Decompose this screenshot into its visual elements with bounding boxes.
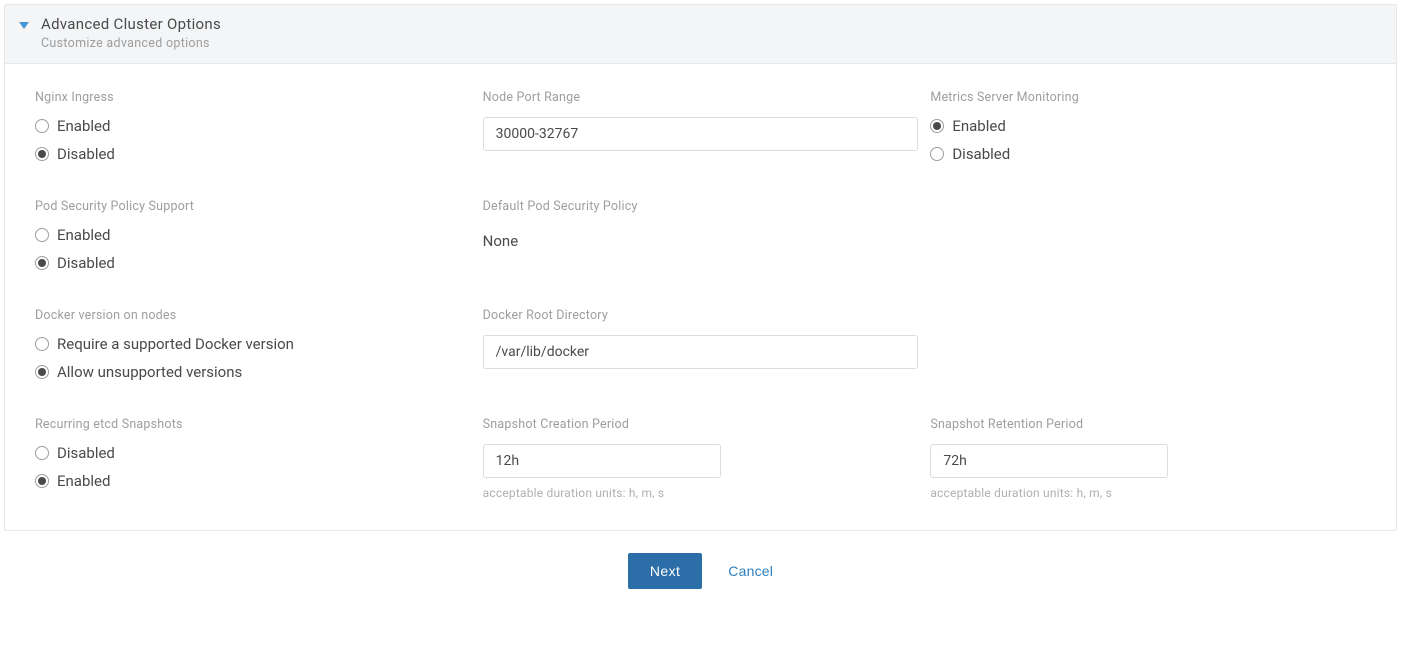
cancel-button[interactable]: Cancel — [728, 563, 773, 579]
pod-security-radios: Enabled Disabled — [35, 226, 471, 272]
docker-version-require-radio[interactable]: Require a supported Docker version — [35, 335, 471, 353]
radio-icon — [35, 119, 49, 133]
nginx-ingress-radios: Enabled Disabled — [35, 117, 471, 163]
footer-actions: Next Cancel — [0, 535, 1401, 599]
nginx-ingress-label: Nginx Ingress — [35, 90, 471, 105]
radio-icon — [35, 256, 49, 270]
radio-label: Enabled — [952, 117, 1005, 135]
radio-icon — [35, 337, 49, 351]
pod-security-disabled-radio[interactable]: Disabled — [35, 254, 471, 272]
radio-label: Allow unsupported versions — [57, 363, 242, 381]
metrics-server-disabled-radio[interactable]: Disabled — [930, 145, 1366, 163]
snapshot-creation-label: Snapshot Creation Period — [483, 417, 919, 432]
metrics-server-label: Metrics Server Monitoring — [930, 90, 1366, 105]
radio-label: Disabled — [952, 145, 1010, 163]
snapshot-retention-help: acceptable duration units: h, m, s — [930, 486, 1366, 500]
nginx-ingress-disabled-radio[interactable]: Disabled — [35, 145, 471, 163]
docker-root-label: Docker Root Directory — [483, 308, 919, 323]
panel-title: Advanced Cluster Options — [41, 15, 221, 33]
etcd-snapshots-radios: Disabled Enabled — [35, 444, 471, 490]
panel-body: Nginx Ingress Enabled Disabled Node Port… — [5, 64, 1396, 530]
radio-label: Disabled — [57, 444, 115, 462]
panel-header[interactable]: Advanced Cluster Options Customize advan… — [5, 5, 1396, 64]
node-port-range-input[interactable] — [483, 117, 919, 151]
radio-label: Disabled — [57, 145, 115, 163]
snapshot-creation-help: acceptable duration units: h, m, s — [483, 486, 919, 500]
etcd-snapshots-disabled-radio[interactable]: Disabled — [35, 444, 471, 462]
metrics-server-radios: Enabled Disabled — [930, 117, 1366, 163]
radio-icon — [35, 446, 49, 460]
nginx-ingress-enabled-radio[interactable]: Enabled — [35, 117, 471, 135]
docker-version-radios: Require a supported Docker version Allow… — [35, 335, 471, 381]
advanced-cluster-options-panel: Advanced Cluster Options Customize advan… — [4, 4, 1397, 531]
etcd-snapshots-enabled-radio[interactable]: Enabled — [35, 472, 471, 490]
docker-version-allow-radio[interactable]: Allow unsupported versions — [35, 363, 471, 381]
metrics-server-enabled-radio[interactable]: Enabled — [930, 117, 1366, 135]
radio-label: Disabled — [57, 254, 115, 272]
snapshot-retention-label: Snapshot Retention Period — [930, 417, 1366, 432]
radio-icon — [930, 119, 944, 133]
radio-label: Require a supported Docker version — [57, 335, 294, 353]
radio-icon — [35, 474, 49, 488]
next-button[interactable]: Next — [628, 553, 702, 589]
panel-subtitle: Customize advanced options — [41, 36, 221, 51]
radio-label: Enabled — [57, 226, 110, 244]
snapshot-retention-input[interactable] — [930, 444, 1168, 478]
radio-label: Enabled — [57, 472, 110, 490]
radio-icon — [35, 365, 49, 379]
docker-root-input[interactable] — [483, 335, 919, 369]
pod-security-label: Pod Security Policy Support — [35, 199, 471, 214]
etcd-snapshots-label: Recurring etcd Snapshots — [35, 417, 471, 432]
collapse-toggle-icon[interactable] — [19, 22, 29, 29]
default-psp-label: Default Pod Security Policy — [483, 199, 919, 214]
docker-version-label: Docker version on nodes — [35, 308, 471, 323]
pod-security-enabled-radio[interactable]: Enabled — [35, 226, 471, 244]
snapshot-creation-input[interactable] — [483, 444, 721, 478]
radio-icon — [35, 147, 49, 161]
radio-icon — [35, 228, 49, 242]
node-port-range-label: Node Port Range — [483, 90, 919, 105]
radio-label: Enabled — [57, 117, 110, 135]
default-psp-value: None — [483, 226, 919, 250]
radio-icon — [930, 147, 944, 161]
